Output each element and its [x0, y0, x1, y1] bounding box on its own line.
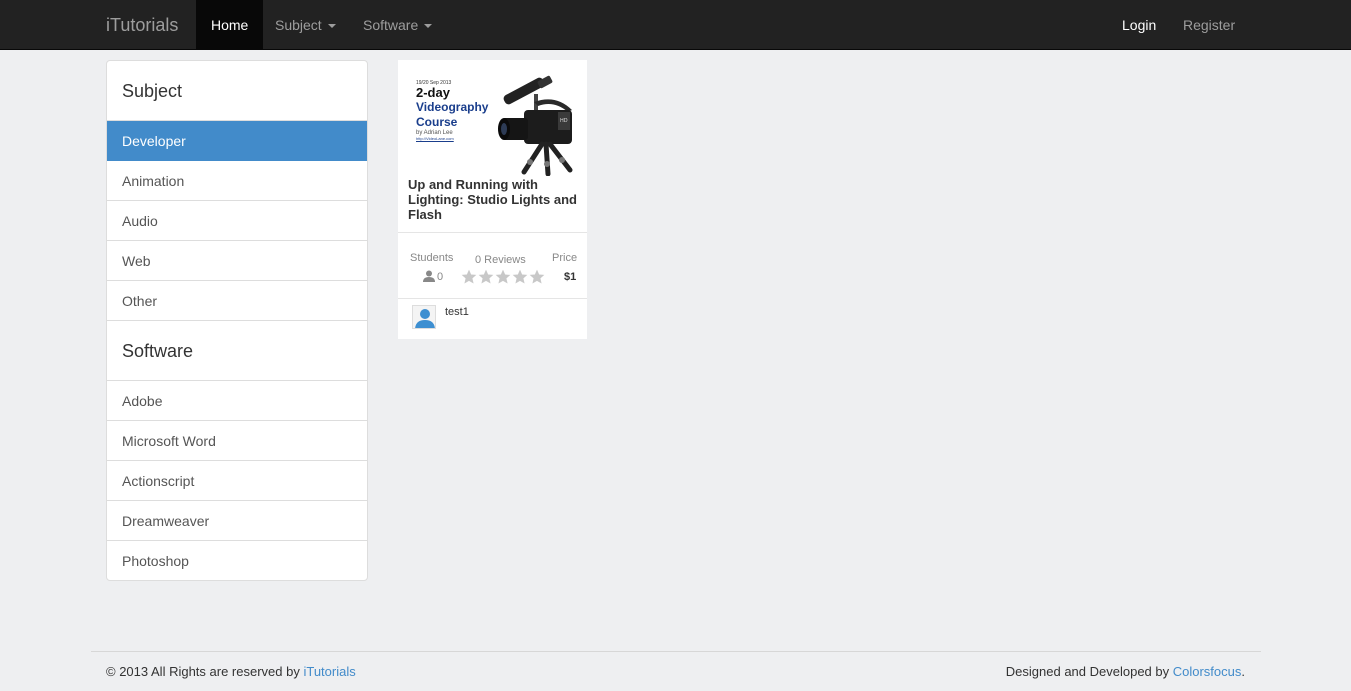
star-icon	[495, 269, 511, 284]
nav-software-label: Software	[363, 17, 419, 33]
footer-colorsfocus-link[interactable]: Colorsfocus	[1173, 664, 1242, 679]
thumb-line1: 2-day	[416, 85, 450, 100]
thumbnail-text: 19/20 Sep 2013 2-day Videography Course …	[416, 80, 488, 141]
star-icon	[512, 269, 528, 284]
top-navbar: iTutorials Home Subject Software Login R…	[0, 0, 1351, 50]
nav-login[interactable]: Login	[1107, 0, 1171, 50]
nav-login-label: Login	[1122, 17, 1157, 33]
students-label: Students	[410, 252, 454, 264]
caret-down-icon	[327, 24, 336, 29]
sidebar-item-microsoft-word[interactable]: Microsoft Word	[107, 421, 367, 461]
reviews-label: 0 Reviews	[475, 254, 526, 266]
nav-register-label: Register	[1183, 17, 1236, 33]
author-avatar[interactable]	[412, 305, 436, 329]
students-count: 0	[437, 271, 444, 283]
price-label: Price	[552, 252, 578, 264]
card-divider	[398, 232, 587, 233]
rating-stars	[461, 269, 545, 285]
footer-divider	[91, 651, 1261, 652]
footer-copyright: © 2013 All Rights are reserved by iTutor…	[106, 664, 356, 679]
course-title[interactable]: Up and Running with Lighting: Studio Lig…	[408, 177, 580, 222]
sidebar-item-actionscript[interactable]: Actionscript	[107, 461, 367, 501]
footer-copyright-text: © 2013 All Rights are reserved by	[106, 664, 304, 679]
price-value: $1	[564, 271, 577, 283]
nav-subject-dropdown[interactable]: Subject	[260, 0, 351, 50]
thumb-url: http://VideoLane.com	[416, 136, 454, 141]
nav-register[interactable]: Register	[1168, 0, 1250, 50]
course-card[interactable]: 19/20 Sep 2013 2-day Videography Course …	[398, 60, 587, 339]
brand-logo[interactable]: iTutorials	[106, 0, 178, 50]
sidebar-item-other[interactable]: Other	[107, 281, 367, 321]
thumb-line2: Videography	[416, 100, 489, 114]
footer-credits-suffix: .	[1241, 664, 1245, 679]
sidebar-item-developer[interactable]: Developer	[107, 121, 367, 161]
software-heading: Software	[107, 321, 367, 381]
sidebar-item-web[interactable]: Web	[107, 241, 367, 281]
thumb-line3: Course	[416, 115, 458, 129]
nav-software-dropdown[interactable]: Software	[348, 0, 447, 50]
user-avatar-icon	[415, 309, 435, 328]
star-icon	[461, 269, 477, 284]
user-icon	[423, 270, 435, 282]
sidebar-item-adobe[interactable]: Adobe	[107, 381, 367, 421]
sidebar-item-dreamweaver[interactable]: Dreamweaver	[107, 501, 367, 541]
course-thumbnail[interactable]: 19/20 Sep 2013 2-day Videography Course …	[408, 68, 578, 178]
footer-itutorials-link[interactable]: iTutorials	[303, 664, 355, 679]
star-icon	[529, 269, 545, 284]
sidebar-item-audio[interactable]: Audio	[107, 201, 367, 241]
footer-credits: Designed and Developed by Colorsfocus.	[1006, 664, 1245, 679]
sidebar-item-animation[interactable]: Animation	[107, 161, 367, 201]
svg-text:HD: HD	[560, 118, 568, 124]
caret-down-icon	[424, 24, 433, 29]
sidebar-item-photoshop[interactable]: Photoshop	[107, 541, 367, 580]
category-sidebar: Subject Developer Animation Audio Web Ot…	[106, 60, 368, 581]
footer-credits-text: Designed and Developed by	[1005, 664, 1173, 679]
star-icon	[478, 269, 494, 284]
nav-subject-label: Subject	[275, 17, 322, 33]
card-divider	[398, 298, 587, 299]
author-name[interactable]: test1	[445, 306, 469, 318]
video-camera-icon: HD	[498, 75, 573, 176]
subject-heading: Subject	[107, 61, 367, 121]
nav-home-label: Home	[211, 17, 249, 33]
nav-home[interactable]: Home	[196, 0, 264, 50]
